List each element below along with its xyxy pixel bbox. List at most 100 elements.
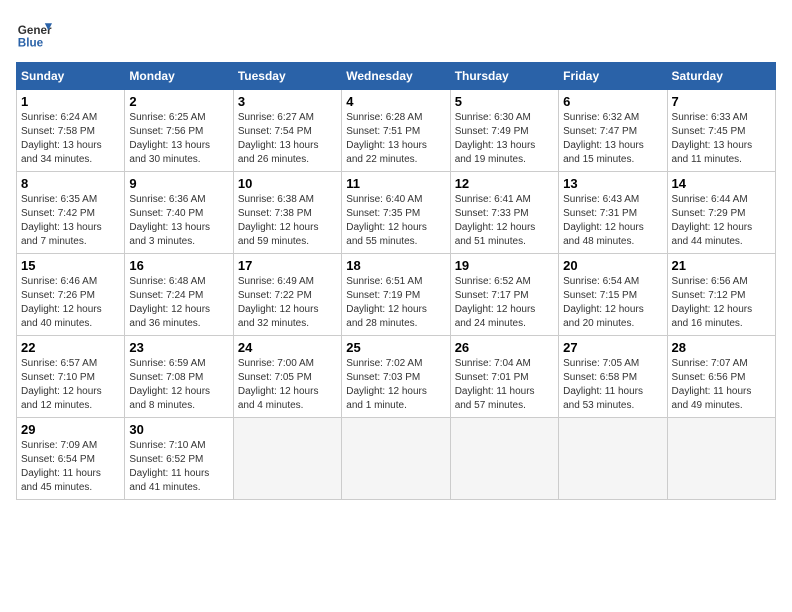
calendar-cell: 29 Sunrise: 7:09 AM Sunset: 6:54 PM Dayli… xyxy=(17,418,125,500)
logo: General Blue xyxy=(16,16,52,52)
day-info: Sunrise: 6:57 AM Sunset: 7:10 PM Dayligh… xyxy=(21,357,120,413)
day-number: 18 xyxy=(346,258,445,273)
calendar-cell xyxy=(450,418,558,500)
day-info: Sunrise: 6:40 AM Sunset: 7:35 PM Dayligh… xyxy=(346,193,445,249)
day-info: Sunrise: 6:56 AM Sunset: 7:12 PM Dayligh… xyxy=(672,275,771,331)
calendar-week-row: 15 Sunrise: 6:46 AM Sunset: 7:26 PM Dayli… xyxy=(17,254,776,336)
day-number: 30 xyxy=(129,422,228,437)
logo-icon: General Blue xyxy=(16,16,52,52)
weekday-header: Saturday xyxy=(667,63,775,90)
day-info: Sunrise: 6:38 AM Sunset: 7:38 PM Dayligh… xyxy=(238,193,337,249)
calendar-cell: 19 Sunrise: 6:52 AM Sunset: 7:17 PM Dayli… xyxy=(450,254,558,336)
weekday-header: Friday xyxy=(559,63,667,90)
day-info: Sunrise: 6:33 AM Sunset: 7:45 PM Dayligh… xyxy=(672,111,771,167)
day-number: 27 xyxy=(563,340,662,355)
calendar-cell: 18 Sunrise: 6:51 AM Sunset: 7:19 PM Dayli… xyxy=(342,254,450,336)
day-info: Sunrise: 6:41 AM Sunset: 7:33 PM Dayligh… xyxy=(455,193,554,249)
day-number: 15 xyxy=(21,258,120,273)
day-number: 9 xyxy=(129,176,228,191)
day-number: 6 xyxy=(563,94,662,109)
day-number: 11 xyxy=(346,176,445,191)
day-number: 4 xyxy=(346,94,445,109)
calendar-cell: 12 Sunrise: 6:41 AM Sunset: 7:33 PM Dayli… xyxy=(450,172,558,254)
weekday-header: Tuesday xyxy=(233,63,341,90)
day-info: Sunrise: 6:36 AM Sunset: 7:40 PM Dayligh… xyxy=(129,193,228,249)
calendar-cell: 2 Sunrise: 6:25 AM Sunset: 7:56 PM Daylig… xyxy=(125,90,233,172)
day-number: 23 xyxy=(129,340,228,355)
day-info: Sunrise: 6:43 AM Sunset: 7:31 PM Dayligh… xyxy=(563,193,662,249)
calendar-cell xyxy=(559,418,667,500)
day-number: 12 xyxy=(455,176,554,191)
day-number: 26 xyxy=(455,340,554,355)
day-number: 21 xyxy=(672,258,771,273)
calendar-cell: 17 Sunrise: 6:49 AM Sunset: 7:22 PM Dayli… xyxy=(233,254,341,336)
day-number: 5 xyxy=(455,94,554,109)
calendar-cell: 6 Sunrise: 6:32 AM Sunset: 7:47 PM Daylig… xyxy=(559,90,667,172)
day-info: Sunrise: 6:32 AM Sunset: 7:47 PM Dayligh… xyxy=(563,111,662,167)
day-info: Sunrise: 6:51 AM Sunset: 7:19 PM Dayligh… xyxy=(346,275,445,331)
day-number: 2 xyxy=(129,94,228,109)
day-info: Sunrise: 6:48 AM Sunset: 7:24 PM Dayligh… xyxy=(129,275,228,331)
day-info: Sunrise: 6:25 AM Sunset: 7:56 PM Dayligh… xyxy=(129,111,228,167)
calendar-cell: 21 Sunrise: 6:56 AM Sunset: 7:12 PM Dayli… xyxy=(667,254,775,336)
weekday-header: Monday xyxy=(125,63,233,90)
calendar-week-row: 29 Sunrise: 7:09 AM Sunset: 6:54 PM Dayli… xyxy=(17,418,776,500)
weekday-header: Sunday xyxy=(17,63,125,90)
calendar-cell: 8Sunrise: 6:35 AM Sunset: 7:42 PM Daylig… xyxy=(17,172,125,254)
day-number: 3 xyxy=(238,94,337,109)
calendar-cell: 15 Sunrise: 6:46 AM Sunset: 7:26 PM Dayli… xyxy=(17,254,125,336)
day-info: Sunrise: 7:02 AM Sunset: 7:03 PM Dayligh… xyxy=(346,357,445,413)
calendar-cell: 27 Sunrise: 7:05 AM Sunset: 6:58 PM Dayli… xyxy=(559,336,667,418)
calendar-cell: 4 Sunrise: 6:28 AM Sunset: 7:51 PM Daylig… xyxy=(342,90,450,172)
day-number: 29 xyxy=(21,422,120,437)
day-info: Sunrise: 6:49 AM Sunset: 7:22 PM Dayligh… xyxy=(238,275,337,331)
day-number: 10 xyxy=(238,176,337,191)
day-number: 28 xyxy=(672,340,771,355)
day-number: 20 xyxy=(563,258,662,273)
calendar-table: SundayMondayTuesdayWednesdayThursdayFrid… xyxy=(16,62,776,500)
day-number: 14 xyxy=(672,176,771,191)
svg-text:Blue: Blue xyxy=(18,37,44,50)
day-number: 19 xyxy=(455,258,554,273)
day-number: 24 xyxy=(238,340,337,355)
calendar-cell: 24 Sunrise: 7:00 AM Sunset: 7:05 PM Dayli… xyxy=(233,336,341,418)
calendar-cell: 10 Sunrise: 6:38 AM Sunset: 7:38 PM Dayli… xyxy=(233,172,341,254)
day-number: 7 xyxy=(672,94,771,109)
day-info: Sunrise: 6:59 AM Sunset: 7:08 PM Dayligh… xyxy=(129,357,228,413)
page-header: General Blue xyxy=(16,16,776,52)
calendar-cell xyxy=(233,418,341,500)
weekday-header: Wednesday xyxy=(342,63,450,90)
day-info: Sunrise: 7:00 AM Sunset: 7:05 PM Dayligh… xyxy=(238,357,337,413)
calendar-cell: 14 Sunrise: 6:44 AM Sunset: 7:29 PM Dayli… xyxy=(667,172,775,254)
weekday-header: Thursday xyxy=(450,63,558,90)
calendar-cell: 7 Sunrise: 6:33 AM Sunset: 7:45 PM Daylig… xyxy=(667,90,775,172)
calendar-cell: 1 Sunrise: 6:24 AM Sunset: 7:58 PM Daylig… xyxy=(17,90,125,172)
day-info: Sunrise: 6:24 AM Sunset: 7:58 PM Dayligh… xyxy=(21,111,120,167)
day-info: Sunrise: 6:44 AM Sunset: 7:29 PM Dayligh… xyxy=(672,193,771,249)
calendar-cell: 30 Sunrise: 7:10 AM Sunset: 6:52 PM Dayli… xyxy=(125,418,233,500)
day-info: Sunrise: 6:27 AM Sunset: 7:54 PM Dayligh… xyxy=(238,111,337,167)
day-number: 16 xyxy=(129,258,228,273)
calendar-cell: 28Sunrise: 7:07 AM Sunset: 6:56 PM Dayli… xyxy=(667,336,775,418)
day-info: Sunrise: 7:10 AM Sunset: 6:52 PM Dayligh… xyxy=(129,439,228,495)
calendar-cell xyxy=(342,418,450,500)
calendar-week-row: 22Sunrise: 6:57 AM Sunset: 7:10 PM Dayli… xyxy=(17,336,776,418)
calendar-cell: 25Sunrise: 7:02 AM Sunset: 7:03 PM Dayli… xyxy=(342,336,450,418)
calendar-cell xyxy=(667,418,775,500)
day-number: 17 xyxy=(238,258,337,273)
day-info: Sunrise: 6:30 AM Sunset: 7:49 PM Dayligh… xyxy=(455,111,554,167)
day-info: Sunrise: 6:52 AM Sunset: 7:17 PM Dayligh… xyxy=(455,275,554,331)
day-info: Sunrise: 6:54 AM Sunset: 7:15 PM Dayligh… xyxy=(563,275,662,331)
calendar-cell: 22Sunrise: 6:57 AM Sunset: 7:10 PM Dayli… xyxy=(17,336,125,418)
weekday-header-row: SundayMondayTuesdayWednesdayThursdayFrid… xyxy=(17,63,776,90)
calendar-cell: 3 Sunrise: 6:27 AM Sunset: 7:54 PM Daylig… xyxy=(233,90,341,172)
day-info: Sunrise: 7:05 AM Sunset: 6:58 PM Dayligh… xyxy=(563,357,662,413)
day-number: 1 xyxy=(21,94,120,109)
day-info: Sunrise: 6:28 AM Sunset: 7:51 PM Dayligh… xyxy=(346,111,445,167)
day-info: Sunrise: 6:46 AM Sunset: 7:26 PM Dayligh… xyxy=(21,275,120,331)
calendar-cell: 13Sunrise: 6:43 AM Sunset: 7:31 PM Dayli… xyxy=(559,172,667,254)
day-info: Sunrise: 7:09 AM Sunset: 6:54 PM Dayligh… xyxy=(21,439,120,495)
day-info: Sunrise: 6:35 AM Sunset: 7:42 PM Dayligh… xyxy=(21,193,120,249)
calendar-week-row: 1 Sunrise: 6:24 AM Sunset: 7:58 PM Daylig… xyxy=(17,90,776,172)
calendar-week-row: 8Sunrise: 6:35 AM Sunset: 7:42 PM Daylig… xyxy=(17,172,776,254)
